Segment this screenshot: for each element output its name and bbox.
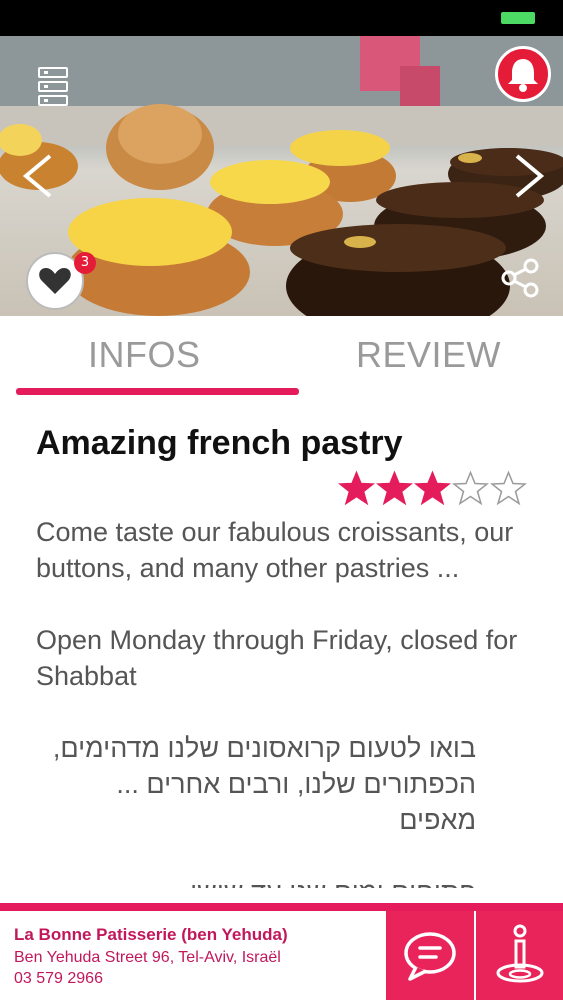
- footer-divider: [0, 903, 563, 911]
- star-filled-icon: [414, 470, 451, 506]
- tab-bar: INFOS REVIEW: [0, 316, 563, 400]
- active-tab-indicator: [16, 388, 299, 395]
- description-paragraph-hebrew: פתוחים ימים שני עד שישי: [36, 874, 536, 888]
- tab-infos[interactable]: INFOS: [88, 334, 201, 376]
- pastry-photo: [0, 36, 563, 316]
- like-count-badge: 3: [74, 252, 96, 274]
- description-paragraph-hebrew: בואו לטעום קרואסונים שלנו מדהימים, הכפתו…: [52, 733, 476, 835]
- star-empty-icon: [452, 470, 489, 506]
- star-empty-icon: [490, 470, 527, 506]
- business-phone[interactable]: 03 579 2966: [14, 970, 103, 988]
- star-filled-icon: [376, 470, 413, 506]
- star-rating: [338, 470, 530, 508]
- bell-icon: [508, 59, 538, 92]
- location-info-button[interactable]: [475, 911, 563, 1000]
- tab-review[interactable]: REVIEW: [356, 334, 501, 376]
- chat-button[interactable]: [386, 911, 474, 1000]
- listing-title: Amazing french pastry: [36, 424, 403, 462]
- business-name: La Bonne Patisserie (ben Yehuda): [14, 925, 288, 944]
- chevron-left-icon[interactable]: [18, 150, 58, 202]
- battery-icon: [501, 12, 535, 24]
- star-filled-icon: [338, 470, 375, 506]
- hero-image[interactable]: [0, 36, 563, 316]
- footer-bar: La Bonne Patisserie (ben Yehuda) Ben Yeh…: [0, 911, 563, 1000]
- notifications-button[interactable]: [495, 46, 551, 102]
- status-bar: [0, 0, 563, 36]
- description-paragraph: Open Monday through Friday, closed for S…: [36, 625, 518, 691]
- description-paragraph: Come taste our fabulous croissants, our …: [36, 517, 514, 583]
- menu-icon-bar: [38, 81, 68, 92]
- chevron-right-icon[interactable]: [509, 150, 549, 202]
- business-address[interactable]: Ben Yehuda Street 96, Tel-Aviv, Israël: [14, 949, 281, 967]
- share-icon[interactable]: [499, 256, 543, 300]
- chat-icon: [404, 932, 456, 981]
- info-location-icon: [496, 924, 544, 983]
- menu-button[interactable]: [38, 67, 68, 111]
- menu-icon-bar: [38, 95, 68, 106]
- listing-description: Come taste our fabulous croissants, our …: [36, 514, 536, 888]
- menu-icon-bar: [38, 67, 68, 78]
